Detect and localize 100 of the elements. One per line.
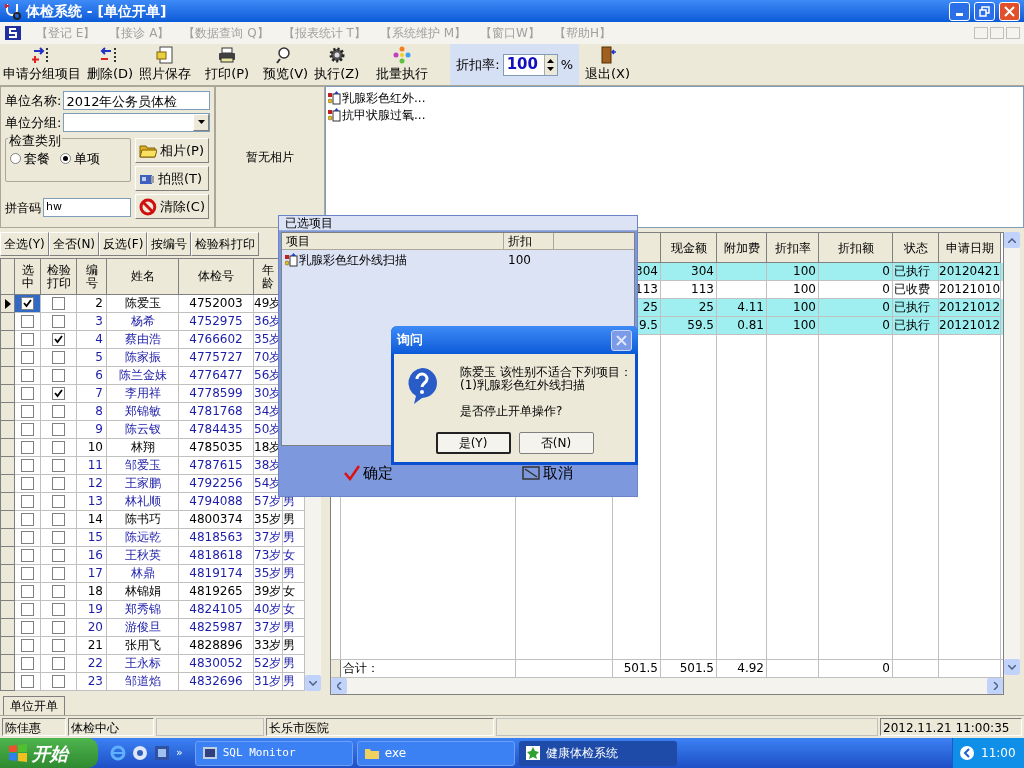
- checkbox[interactable]: [52, 297, 65, 310]
- toolbar-button[interactable]: 批量执行: [362, 44, 443, 85]
- toolbar-button[interactable]: 打印(P): [202, 44, 253, 85]
- table-cell: 4818563: [179, 529, 254, 547]
- table-cell: 3: [77, 313, 107, 331]
- yes-button[interactable]: 是(Y): [435, 432, 511, 454]
- checkbox[interactable]: [52, 603, 65, 616]
- list-item[interactable]: 抗甲状腺过氧...: [342, 105, 426, 124]
- checkbox[interactable]: [21, 585, 34, 598]
- taskbar-button[interactable]: SQL Monitor: [194, 740, 353, 766]
- checkbox[interactable]: [52, 387, 65, 400]
- taskbar-button[interactable]: exe: [356, 740, 515, 766]
- table-cell: 100: [793, 264, 816, 278]
- checkbox[interactable]: [21, 459, 34, 472]
- list-item[interactable]: 乳腺彩色红外...: [342, 88, 426, 107]
- toolbar-button[interactable]: 申请分组项目: [0, 44, 84, 85]
- checkbox[interactable]: [52, 639, 65, 652]
- table-cell: 陈爱玉: [107, 295, 179, 313]
- table-cell: 113: [691, 282, 714, 296]
- checkbox[interactable]: [52, 333, 65, 346]
- checkbox[interactable]: [52, 495, 65, 508]
- checkbox[interactable]: [21, 387, 34, 400]
- checkbox[interactable]: [21, 657, 34, 670]
- checkbox[interactable]: [21, 531, 34, 544]
- exit-button[interactable]: 退出(X): [579, 44, 637, 85]
- unit-group-dropdown[interactable]: [63, 112, 210, 132]
- mdi-restore-icon: [990, 27, 1004, 39]
- close-button[interactable]: [611, 329, 632, 351]
- restore-button[interactable]: [974, 1, 995, 21]
- select-button[interactable]: 全选(Y): [0, 232, 49, 256]
- checkbox[interactable]: [52, 477, 65, 490]
- checkbox[interactable]: [21, 333, 34, 346]
- window-icon: [201, 745, 218, 761]
- checkbox[interactable]: [21, 369, 34, 382]
- checkbox[interactable]: [21, 495, 34, 508]
- table-cell: 35岁: [254, 511, 283, 529]
- checkbox[interactable]: [52, 567, 65, 580]
- select-button[interactable]: 反选(F): [99, 232, 148, 256]
- checkbox[interactable]: [52, 657, 65, 670]
- checkbox[interactable]: [21, 477, 34, 490]
- checkbox[interactable]: [21, 315, 34, 328]
- checkbox[interactable]: [52, 621, 65, 634]
- checkbox[interactable]: [21, 405, 34, 418]
- scroll-right-icon: [987, 678, 1003, 694]
- column-header: 折扣: [504, 233, 554, 249]
- taskbar-button[interactable]: 健康体检系统: [518, 740, 677, 766]
- checkbox[interactable]: [21, 567, 34, 580]
- table-cell: 21: [77, 637, 107, 655]
- discount-spinner[interactable]: 100: [502, 53, 558, 76]
- select-button[interactable]: 检验科打印: [191, 232, 260, 256]
- checkbox[interactable]: [21, 297, 34, 310]
- checkbox[interactable]: [21, 621, 34, 634]
- checkbox[interactable]: [52, 351, 65, 364]
- toolbar-button[interactable]: 删除(D): [84, 44, 137, 85]
- photo-button[interactable]: 相片(P): [135, 138, 209, 163]
- checkbox[interactable]: [21, 639, 34, 652]
- checkbox[interactable]: [21, 423, 34, 436]
- checkbox[interactable]: [52, 531, 65, 544]
- select-button[interactable]: 全否(N): [48, 232, 100, 256]
- more-icons-button[interactable]: »: [176, 744, 183, 762]
- checkbox[interactable]: [52, 549, 65, 562]
- photo-button[interactable]: 清除(C): [135, 194, 209, 219]
- radio-button[interactable]: [10, 153, 21, 165]
- table-cell: 已收费: [894, 282, 930, 296]
- table-cell: 4784435: [179, 421, 254, 439]
- cancel-button[interactable]: 取消: [521, 461, 573, 484]
- minimize-button[interactable]: [949, 1, 970, 21]
- table-cell: 23: [77, 673, 107, 691]
- select-button[interactable]: 按编号: [147, 232, 192, 256]
- checkbox[interactable]: [52, 369, 65, 382]
- no-button[interactable]: 否(N): [518, 432, 594, 454]
- checkbox[interactable]: [52, 315, 65, 328]
- pinyin-field[interactable]: hw: [43, 198, 131, 217]
- table-cell: 12: [77, 475, 107, 493]
- no-photo-text: 暂无相片: [246, 149, 294, 166]
- checkbox[interactable]: [52, 441, 65, 454]
- table-cell: 35岁: [254, 565, 283, 583]
- checkbox[interactable]: [21, 441, 34, 454]
- checkbox[interactable]: [21, 549, 34, 562]
- list-item[interactable]: 乳腺彩色红外线扫描: [299, 251, 407, 269]
- checkbox[interactable]: [52, 459, 65, 472]
- checkbox[interactable]: [21, 675, 34, 688]
- checkbox[interactable]: [52, 423, 65, 436]
- checkbox[interactable]: [21, 513, 34, 526]
- ok-button[interactable]: 确定: [343, 461, 393, 484]
- checkbox[interactable]: [52, 513, 65, 526]
- tab[interactable]: 单位开单: [3, 696, 65, 715]
- toolbar-button[interactable]: 预览(V): [260, 44, 312, 85]
- toolbar-button[interactable]: 执行(Z): [311, 44, 363, 85]
- radio-button[interactable]: [60, 153, 71, 165]
- checkbox[interactable]: [52, 405, 65, 418]
- checkbox[interactable]: [52, 585, 65, 598]
- unit-name-field[interactable]: 2012年公务员体检: [63, 91, 210, 111]
- table-cell: 陈书巧: [107, 511, 179, 529]
- checkbox[interactable]: [52, 675, 65, 688]
- checkbox[interactable]: [21, 351, 34, 364]
- photo-button[interactable]: 拍照(T): [135, 166, 209, 191]
- total-cell: 501.5: [623, 661, 658, 675]
- toolbar-button[interactable]: 照片保存: [136, 44, 195, 85]
- checkbox[interactable]: [21, 603, 34, 616]
